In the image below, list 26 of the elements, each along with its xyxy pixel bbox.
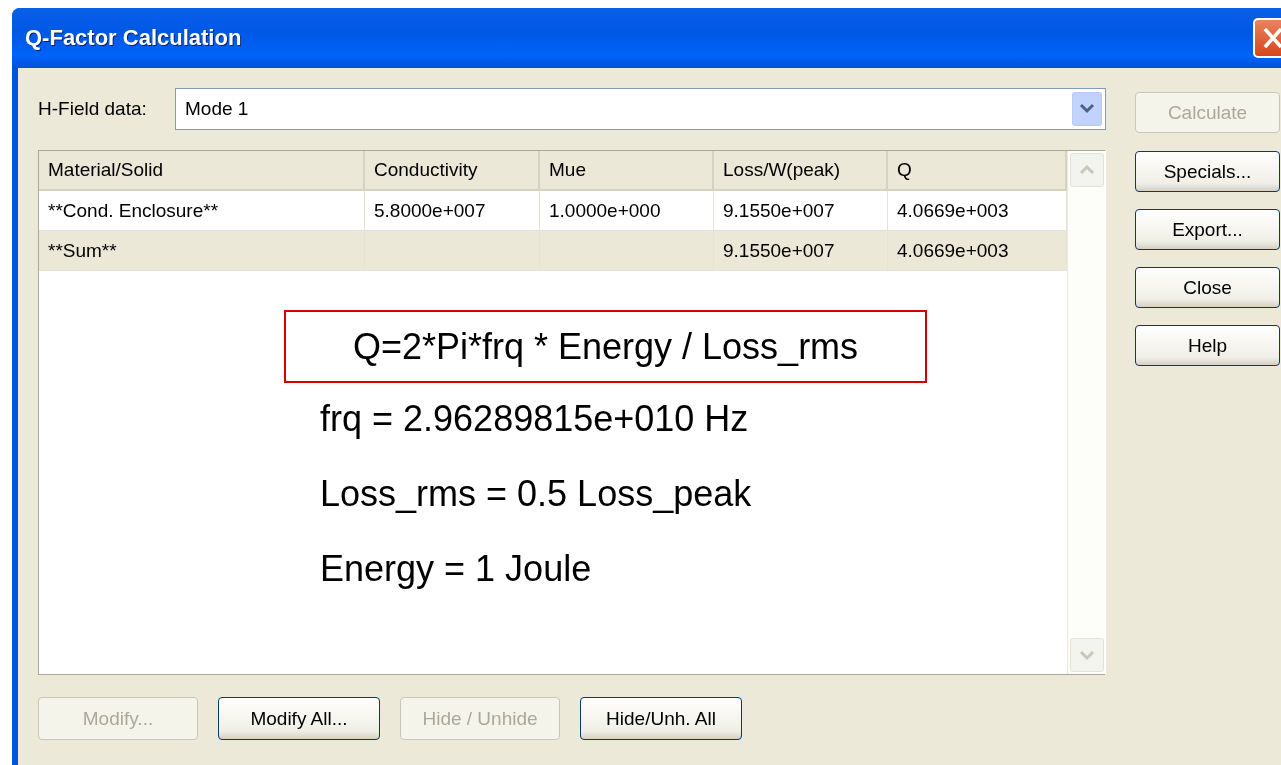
column-header[interactable]: Q (888, 151, 1067, 191)
close-button[interactable]: Close (1135, 267, 1280, 308)
column-header[interactable]: Loss/W(peak) (714, 151, 888, 191)
modifyall-button[interactable]: Modify All... (218, 697, 380, 740)
column-header[interactable]: Material/Solid (39, 151, 365, 191)
column-header[interactable]: Conductivity (365, 151, 540, 191)
formula-annotation: Q=2*Pi*frq * Energy / Loss_rms (284, 310, 927, 383)
table-cell: **Sum** (39, 231, 365, 271)
scroll-down-icon[interactable] (1070, 638, 1104, 672)
help-button[interactable]: Help (1135, 325, 1280, 366)
column-header[interactable]: Mue (540, 151, 714, 191)
mode-dropdown[interactable]: Mode 1 (175, 88, 1106, 130)
chevron-icon[interactable] (1072, 92, 1102, 126)
scroll-up-icon[interactable] (1070, 153, 1104, 187)
note-text: Energy = 1 Joule (320, 548, 592, 590)
table-cell: 9.1550e+007 (714, 231, 888, 271)
close-icon[interactable] (1253, 18, 1281, 58)
note-text: frq = 2.96289815e+010 Hz (320, 398, 749, 440)
field-label: H-Field data: (38, 98, 148, 120)
table-cell: 4.0669e+003 (888, 231, 1067, 271)
specials-button[interactable]: Specials... (1135, 151, 1280, 192)
export-button[interactable]: Export... (1135, 209, 1280, 250)
hideunhall-button[interactable]: Hide/Unh. All (580, 697, 742, 740)
window-title: Q-Factor Calculation (25, 25, 243, 51)
scrollbar[interactable] (1067, 151, 1106, 674)
note-text: Loss_rms = 0.5 Loss_peak (320, 473, 752, 515)
